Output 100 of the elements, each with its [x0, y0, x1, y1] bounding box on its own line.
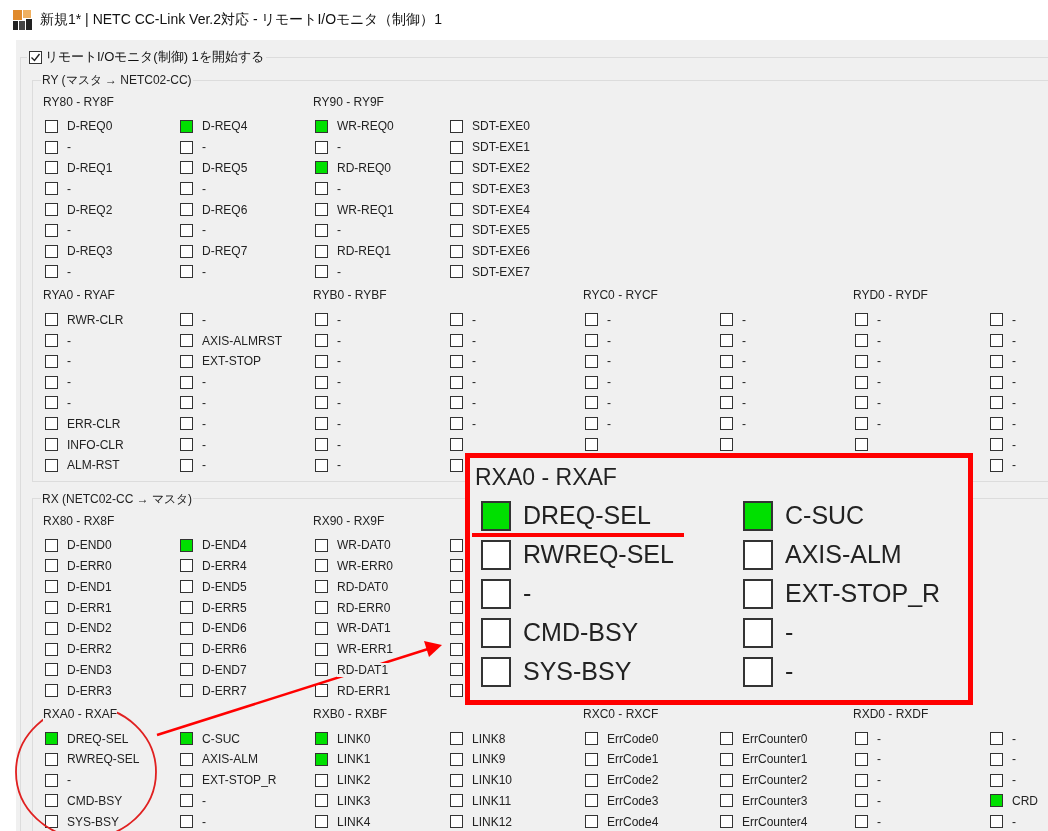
checkbox[interactable]	[315, 119, 328, 133]
checkbox[interactable]	[720, 417, 733, 431]
checkbox[interactable]	[990, 375, 1003, 389]
checkbox[interactable]	[450, 203, 463, 217]
checkbox[interactable]	[45, 621, 58, 635]
checkbox[interactable]	[855, 396, 868, 410]
checkbox[interactable]	[990, 354, 1003, 368]
checkbox[interactable]	[855, 794, 868, 808]
checkbox[interactable]	[180, 663, 193, 677]
checkbox[interactable]	[45, 354, 58, 368]
checkbox[interactable]	[180, 794, 193, 808]
checkbox[interactable]	[720, 396, 733, 410]
checkbox[interactable]	[585, 815, 598, 829]
checkbox[interactable]	[990, 815, 1003, 829]
checkbox[interactable]	[180, 375, 193, 389]
checkbox[interactable]	[45, 559, 58, 573]
checkbox[interactable]	[450, 538, 463, 552]
checkbox[interactable]	[585, 752, 598, 766]
checkbox[interactable]	[45, 161, 58, 175]
checkbox[interactable]	[450, 182, 463, 196]
checkbox[interactable]	[45, 732, 58, 746]
checkbox[interactable]	[855, 417, 868, 431]
checkbox[interactable]	[585, 438, 598, 452]
checkbox[interactable]	[180, 438, 193, 452]
checkbox[interactable]	[45, 538, 58, 552]
checkbox[interactable]	[315, 334, 328, 348]
checkbox[interactable]	[855, 752, 868, 766]
checkbox[interactable]	[45, 580, 58, 594]
checkbox[interactable]	[315, 161, 328, 175]
checkbox[interactable]	[585, 417, 598, 431]
checkbox[interactable]	[720, 773, 733, 787]
checkbox[interactable]	[450, 161, 463, 175]
checkbox[interactable]	[450, 559, 463, 573]
checkbox[interactable]	[855, 313, 868, 327]
checkbox[interactable]	[585, 794, 598, 808]
checkbox[interactable]	[315, 417, 328, 431]
checkbox[interactable]	[45, 223, 58, 237]
checkbox[interactable]	[45, 642, 58, 656]
checkbox[interactable]	[450, 375, 463, 389]
checkbox[interactable]	[180, 458, 193, 472]
checkbox[interactable]	[315, 313, 328, 327]
checkbox[interactable]	[450, 601, 463, 615]
checkbox[interactable]	[180, 223, 193, 237]
checkbox[interactable]	[720, 375, 733, 389]
checkbox[interactable]	[450, 223, 463, 237]
checkbox[interactable]	[315, 815, 328, 829]
checkbox[interactable]	[180, 538, 193, 552]
checkbox[interactable]	[743, 539, 773, 570]
checkbox[interactable]	[990, 773, 1003, 787]
checkbox[interactable]	[315, 375, 328, 389]
checkbox[interactable]	[585, 313, 598, 327]
checkbox[interactable]	[450, 621, 463, 635]
checkbox[interactable]	[315, 684, 328, 698]
checkbox[interactable]	[315, 794, 328, 808]
checkbox[interactable]	[180, 773, 193, 787]
checkbox[interactable]	[481, 617, 511, 648]
checkbox[interactable]	[45, 684, 58, 698]
checkbox[interactable]	[481, 578, 511, 609]
checkbox[interactable]	[990, 438, 1003, 452]
checkbox[interactable]	[315, 438, 328, 452]
checkbox[interactable]	[45, 417, 58, 431]
checkbox[interactable]	[315, 773, 328, 787]
checkbox[interactable]	[743, 578, 773, 609]
checkbox[interactable]	[481, 656, 511, 687]
checkbox[interactable]	[450, 417, 463, 431]
checkbox[interactable]	[855, 334, 868, 348]
checkbox[interactable]	[450, 773, 463, 787]
checkbox[interactable]	[45, 663, 58, 677]
checkbox[interactable]	[481, 500, 511, 531]
checkbox[interactable]	[45, 438, 58, 452]
checkbox[interactable]	[585, 773, 598, 787]
checkbox[interactable]	[450, 458, 463, 472]
checkbox[interactable]	[45, 458, 58, 472]
checkbox[interactable]	[585, 396, 598, 410]
checkbox[interactable]	[450, 752, 463, 766]
checkbox[interactable]	[585, 354, 598, 368]
checkbox[interactable]	[720, 794, 733, 808]
checkbox[interactable]	[180, 417, 193, 431]
checkbox[interactable]	[315, 559, 328, 573]
checkbox[interactable]	[315, 354, 328, 368]
checkbox[interactable]	[180, 334, 193, 348]
checkbox[interactable]	[990, 334, 1003, 348]
checkbox[interactable]	[585, 732, 598, 746]
checkbox[interactable]	[45, 752, 58, 766]
checkbox[interactable]	[743, 500, 773, 531]
checkbox[interactable]	[180, 161, 193, 175]
checkbox[interactable]	[180, 580, 193, 594]
checkbox[interactable]	[743, 656, 773, 687]
checkbox[interactable]	[450, 334, 463, 348]
checkbox[interactable]	[720, 752, 733, 766]
checkbox[interactable]	[45, 313, 58, 327]
checkbox[interactable]	[450, 580, 463, 594]
checkbox[interactable]	[450, 438, 463, 452]
checkbox[interactable]	[45, 601, 58, 615]
checkbox[interactable]	[450, 140, 463, 154]
checkbox[interactable]	[450, 794, 463, 808]
checkbox[interactable]	[450, 815, 463, 829]
checkbox[interactable]	[990, 794, 1003, 808]
checkbox[interactable]	[315, 580, 328, 594]
checkbox[interactable]	[585, 334, 598, 348]
